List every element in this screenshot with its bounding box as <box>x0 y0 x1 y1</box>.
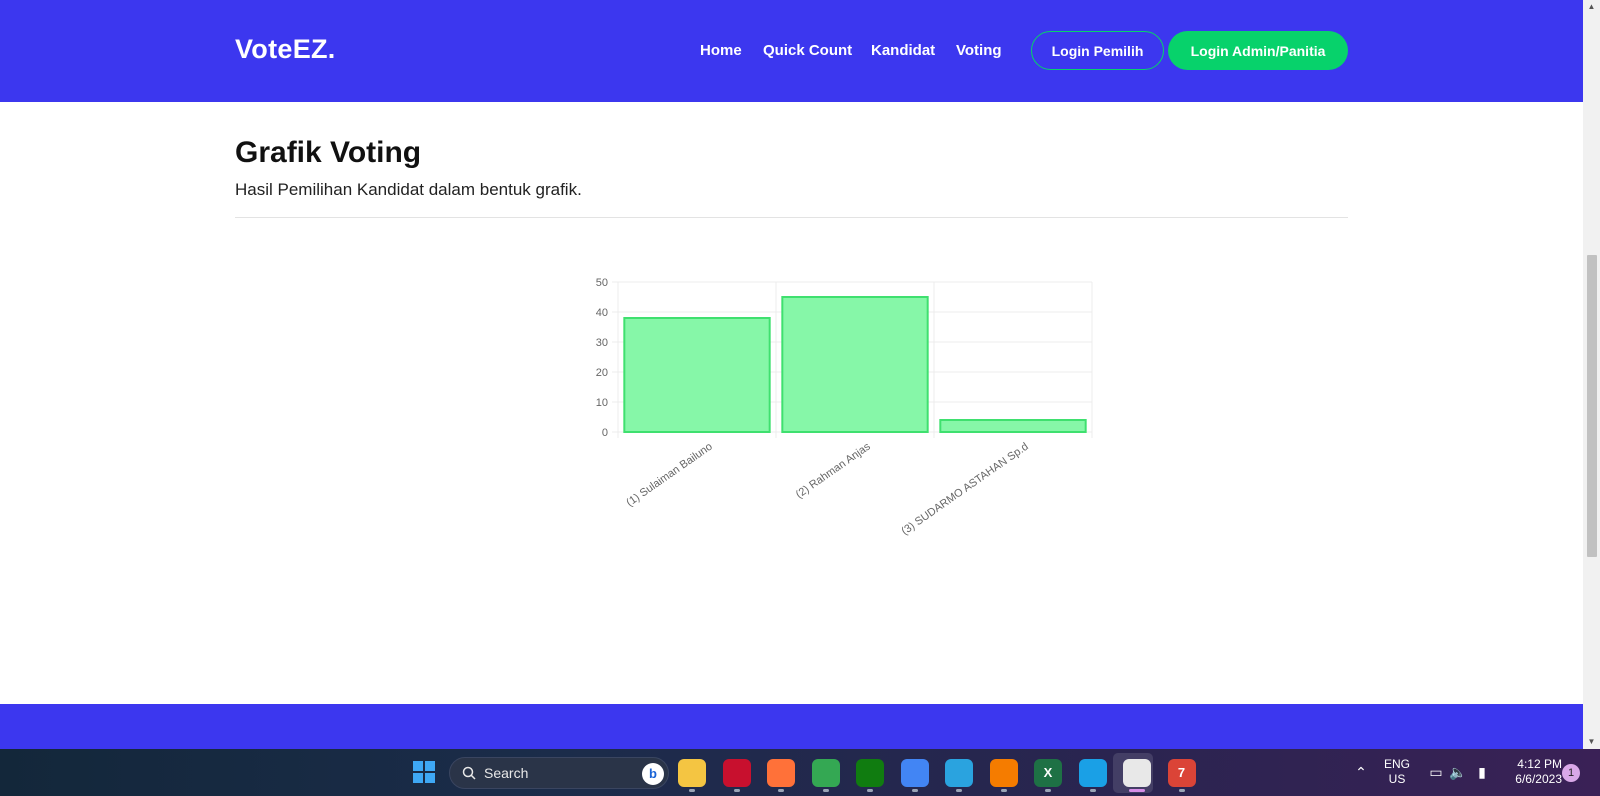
navbar: VoteEZ. Home Quick Count Kandidat Voting… <box>0 0 1583 102</box>
login-admin-button[interactable]: Login Admin/Panitia <box>1168 31 1348 70</box>
volume-icon[interactable]: 🔈 <box>1449 763 1467 781</box>
scroll-up-icon[interactable]: ▲ <box>1583 0 1600 14</box>
chevron-up-icon[interactable]: ⌃ <box>1352 763 1370 781</box>
app-running-indicator <box>956 789 962 792</box>
windows-start-icon[interactable] <box>413 761 435 783</box>
language-code: ENG <box>1384 757 1411 771</box>
bar-1[interactable] <box>623 317 771 433</box>
page-title: Grafik Voting <box>235 136 422 169</box>
y-tick-label: 10 <box>596 397 608 409</box>
nav-voting[interactable]: Voting <box>956 42 1002 59</box>
brand-logo[interactable]: VoteEZ. <box>235 34 336 65</box>
nav-home[interactable]: Home <box>700 42 742 59</box>
chrome-icon-2[interactable] <box>900 759 929 787</box>
y-tick-label: 0 <box>602 427 608 439</box>
app-running-indicator <box>822 789 829 792</box>
chart-bars <box>623 296 1087 433</box>
app-running-indicator <box>867 789 873 792</box>
remote-app-icon[interactable] <box>1078 759 1107 787</box>
search-placeholder: Search <box>484 765 529 781</box>
firefox-icon[interactable] <box>767 759 795 787</box>
app-running-indicator <box>911 789 918 792</box>
notification-badge[interactable]: 1 <box>1562 764 1580 782</box>
app-running-indicator <box>1000 789 1007 792</box>
clock-time: 4:12 PM <box>1517 757 1562 771</box>
chrome-icon-3[interactable]: 7 <box>1167 759 1196 787</box>
region-code: US <box>1388 772 1406 786</box>
app-running-indicator <box>1178 789 1185 792</box>
taskbar-search-input[interactable]: Search b <box>449 757 669 789</box>
footer <box>0 704 1583 749</box>
battery-icon[interactable]: ▮ <box>1473 763 1491 781</box>
browser-viewport: VoteEZ. Home Quick Count Kandidat Voting… <box>0 0 1583 749</box>
bar-3[interactable] <box>939 419 1087 433</box>
search-app-icon[interactable] <box>989 759 1018 787</box>
y-tick-label: 20 <box>596 367 608 379</box>
vote-bar-chart: 0 10 20 30 40 50 (1) Sulaiman Bailuno (2) Rahm… <box>596 277 1093 538</box>
x-tick-label: (1) Sulaiman Bailuno <box>624 441 715 509</box>
x-tick-label: (2) Rahman Anjas <box>794 440 873 501</box>
chart-y-axis: 0 10 20 30 40 50 <box>596 277 608 439</box>
network-icon[interactable]: ▭ <box>1427 763 1445 781</box>
app-running-indicator <box>733 789 740 792</box>
nav-quick-count[interactable]: Quick Count <box>763 42 852 59</box>
bing-icon[interactable]: b <box>642 763 664 785</box>
app-running-indicator <box>1129 789 1145 792</box>
search-icon <box>462 766 476 780</box>
x-tick-label: (3) SUDARMO ASTAHAN Sp.d <box>899 441 1030 538</box>
excel-icon[interactable]: X <box>1034 759 1062 787</box>
login-pemilih-button[interactable]: Login Pemilih <box>1031 31 1164 70</box>
y-tick-label: 50 <box>596 277 608 289</box>
file-explorer-icon[interactable] <box>678 759 706 787</box>
app-running-indicator <box>1089 789 1096 792</box>
y-tick-label: 40 <box>596 307 608 319</box>
chrome-icon[interactable] <box>811 759 840 787</box>
chart-x-axis: (1) Sulaiman Bailuno (2) Rahman Anjas (3) … <box>624 440 1031 537</box>
language-indicator[interactable]: ENG US <box>1384 757 1410 787</box>
app-red-icon[interactable] <box>722 759 751 787</box>
windows-taskbar: Search b X 7 ⌃ ENG US ▭ 🔈 ▮ 4:12 PM 6/6/2… <box>0 749 1600 796</box>
clock-date: 6/6/2023 <box>1515 772 1562 786</box>
telegram-icon[interactable] <box>945 759 973 787</box>
xbox-icon[interactable] <box>856 759 884 787</box>
page-scrollbar[interactable]: ▲ ▼ <box>1583 0 1600 749</box>
nav-kandidat[interactable]: Kandidat <box>871 42 935 59</box>
scroll-down-icon[interactable]: ▼ <box>1583 735 1600 749</box>
app-running-indicator <box>689 789 695 792</box>
page-subtitle: Hasil Pemilihan Kandidat dalam bentuk gr… <box>235 180 582 199</box>
app-running-indicator <box>778 789 784 792</box>
scroll-thumb[interactable] <box>1587 255 1597 557</box>
snipping-tool-icon[interactable] <box>1123 759 1151 787</box>
taskbar-clock[interactable]: 4:12 PM 6/6/2023 <box>1500 757 1562 787</box>
divider <box>235 217 1348 218</box>
bar-2[interactable] <box>781 296 929 433</box>
y-tick-label: 30 <box>596 337 608 349</box>
app-running-indicator <box>1045 789 1051 792</box>
